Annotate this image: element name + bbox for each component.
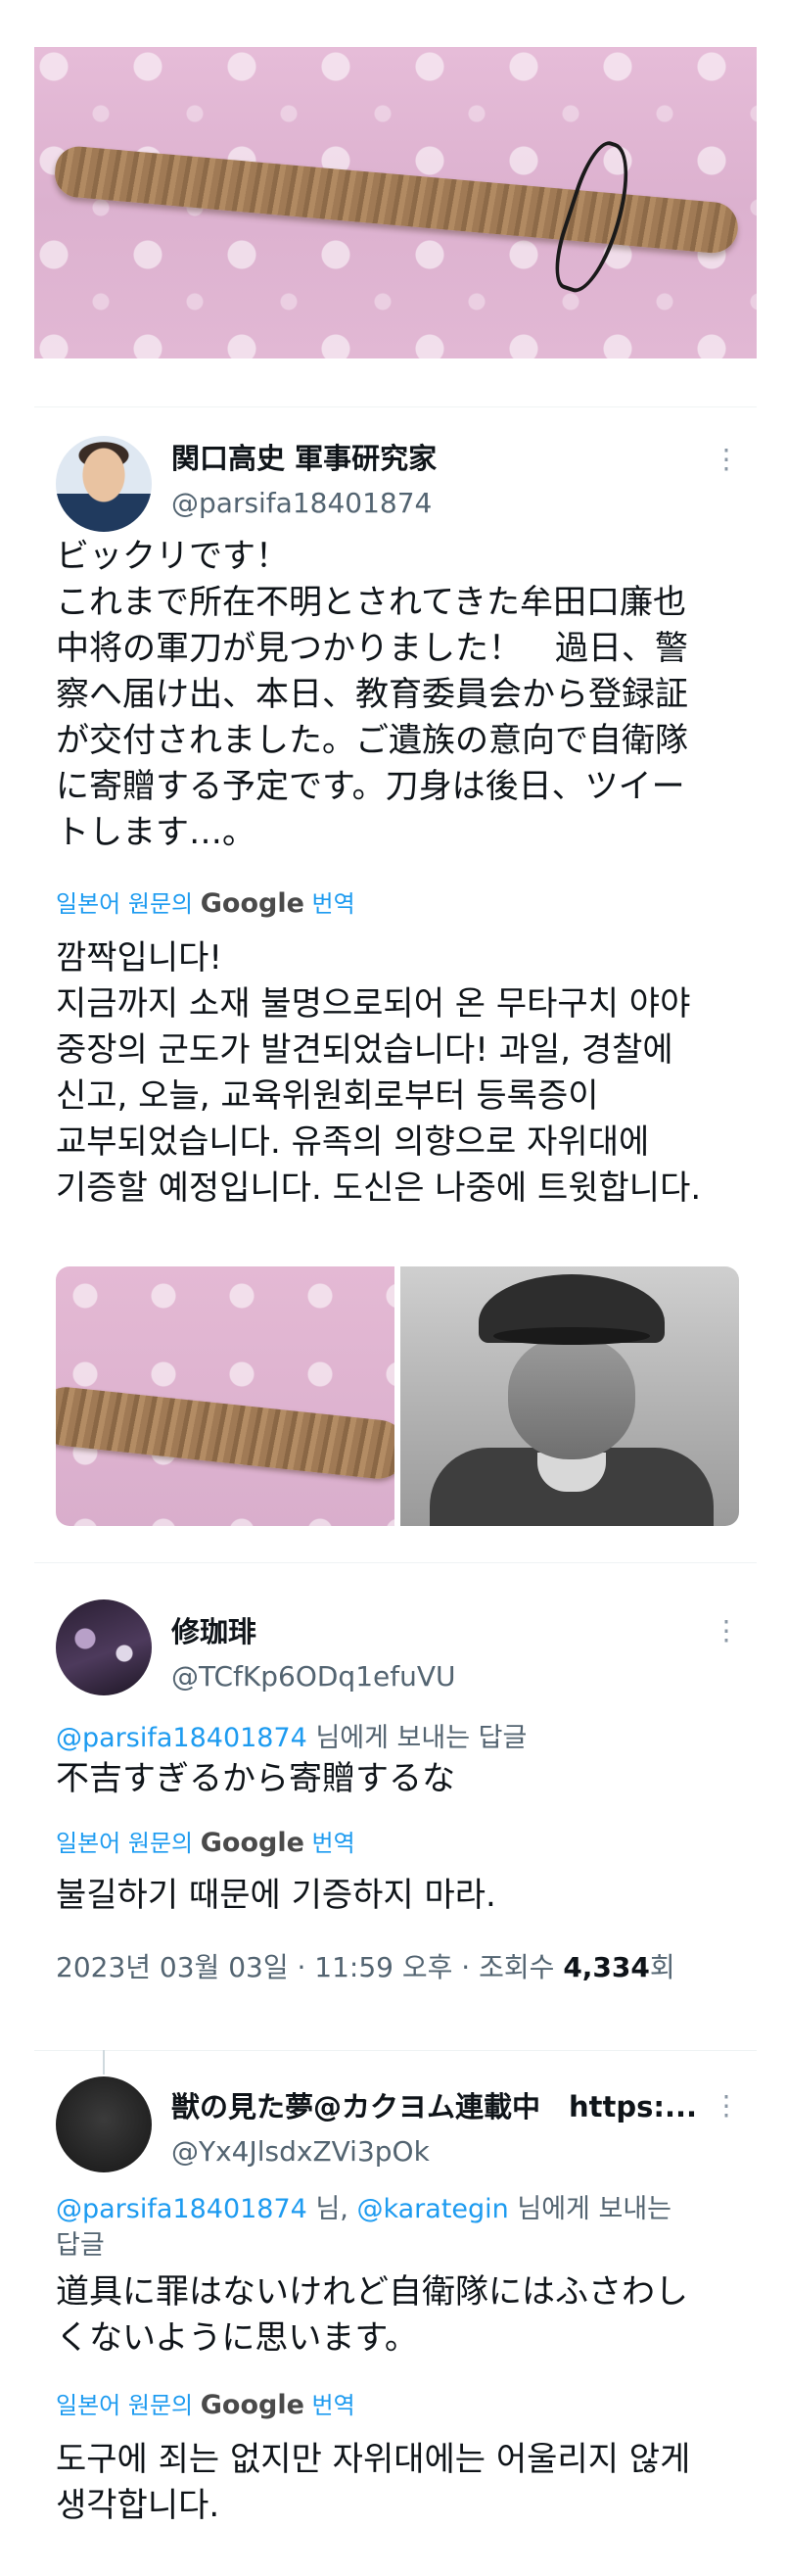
translation-text: 불길하기 때문에 기증하지 마라. (56, 1876, 496, 1915)
translate-prefix: 일본어 원문의 (56, 890, 194, 918)
sword-photo[interactable] (34, 47, 757, 358)
avatar[interactable] (56, 436, 152, 532)
translate-suffix: 번역 (311, 1830, 355, 1857)
google-logo: Google (200, 1828, 304, 1858)
translate-prefix: 일본어 원문의 (56, 2392, 194, 2419)
translate-prefix: 일본어 원문의 (56, 1830, 194, 1857)
divider (34, 2050, 757, 2051)
reply-suffix: 님에게 보내는 (517, 2194, 671, 2224)
translation-line: 생각합니다. (56, 2486, 220, 2525)
tweet-line: くないように思います。 (56, 2318, 418, 2358)
author-handle[interactable]: @parsifa18401874 (171, 487, 432, 519)
view-suffix: 회 (649, 1951, 675, 1983)
mention-link[interactable]: @parsifa18401874 (56, 1723, 307, 1753)
reply-context: @parsifa18401874 님, @karategin 님에게 보내는 답… (56, 2191, 741, 2264)
avatar[interactable] (56, 1599, 152, 1695)
translation-line: 기증할 예정입니다. 도신은 나중에 트윗합니다. (56, 1169, 702, 1208)
portrait-visor (493, 1327, 650, 1345)
view-count: 4,334 (563, 1951, 650, 1983)
author-name[interactable]: 関口高史 軍事研究家 (171, 436, 437, 477)
reply-context: @parsifa18401874 님에게 보내는 답글 (56, 1716, 527, 1754)
reply-suffix: 님에게 보내는 답글 (315, 1723, 528, 1753)
tweet-line: 察へ届け出、本日、教育委員会から登録証 (56, 675, 688, 714)
translate-suffix: 번역 (311, 890, 355, 918)
media-sword-image[interactable] (56, 1266, 394, 1526)
tweet-line: に寄贈する予定です。刀身は後日、ツイー (56, 767, 685, 806)
author-name[interactable]: 修珈琲 (171, 1609, 256, 1650)
author-handle[interactable]: @TCfKp6ODq1efuVU (171, 1660, 456, 1693)
author-handle[interactable]: @Yx4JlsdxZVi3pOk (171, 2135, 430, 2168)
tweet-meta: 2023년 03월 03일 · 11:59 오후 · 조회수 4,334회 (56, 1946, 675, 1985)
thread-line (103, 2050, 105, 2075)
tweet-line: これまで所在不明とされてきた牟田口廉也 (56, 583, 686, 622)
google-logo: Google (200, 888, 304, 919)
google-logo: Google (200, 2390, 304, 2420)
translate-suffix: 번역 (311, 2392, 355, 2419)
mention-link[interactable]: @karategin (356, 2194, 508, 2224)
timestamp[interactable]: 2023년 03월 03일 · 11:59 오후 · 조회수 (56, 1951, 554, 1983)
translation-line: 신고, 오늘, 교육위원회로부터 등록증이 (56, 1076, 599, 1116)
divider (34, 406, 757, 407)
translation-text: 깜짝입니다! 지금까지 소재 불명으로되어 온 무타구치 야야 중장의 군도가 … (56, 935, 701, 1212)
portrait-face (508, 1337, 635, 1459)
more-options-icon[interactable]: ⋮ (713, 2089, 740, 2122)
translation-line: 중장의 군도가 발견되었습니다! 과일, 경찰에 (56, 1030, 673, 1070)
translate-link[interactable]: 일본어 원문의 Google 번역 (56, 884, 355, 919)
more-options-icon[interactable]: ⋮ (713, 443, 740, 475)
divider (34, 1562, 757, 1563)
sword-scabbard (53, 144, 740, 256)
translation-line: 도구에 죄는 없지만 자위대에는 어울리지 않게 (56, 2440, 691, 2479)
translation-line: 지금까지 소재 불명으로되어 온 무타구치 야야 (56, 984, 691, 1024)
translate-link[interactable]: 일본어 원문의 Google 번역 (56, 1824, 355, 1858)
tweet-line: ビックリです！ (56, 537, 289, 576)
author-name[interactable]: 獣の見た夢@カクヨム連載中 https:... (171, 2084, 700, 2125)
tweet-line: トします…。 (56, 813, 255, 852)
translation-line: 교부되었습니다. 유족의 의향으로 자위대에 (56, 1122, 650, 1162)
tweet-line: 中将の軍刀が見つかりました！ 過日、警 (56, 629, 688, 668)
tweet-line: が交付されました。ご遺族の意向で自衛隊 (56, 721, 688, 760)
reply-separator: 님, (315, 2194, 348, 2224)
translation-line: 깜짝입니다! (56, 938, 223, 978)
sword-scabbard (56, 1384, 394, 1482)
avatar[interactable] (56, 2076, 152, 2172)
media-portrait-image[interactable] (400, 1266, 739, 1526)
tweet-text: ビックリです！ これまで所在不明とされてきた牟田口廉也 中将の軍刀が見つかりまし… (56, 534, 688, 856)
tweet-text: 不吉すぎるから寄贈するな (56, 1759, 455, 1798)
translate-link[interactable]: 일본어 원문의 Google 번역 (56, 2386, 355, 2420)
reply-suffix: 답글 (56, 2230, 105, 2261)
translation-text: 도구에 죄는 없지만 자위대에는 어울리지 않게 생각합니다. (56, 2437, 690, 2529)
tweet-line: 道具に罪はないけれど自衛隊にはふさわし (56, 2272, 688, 2312)
tweet-text: 道具に罪はないけれど自衛隊にはふさわし くないように思います。 (56, 2269, 688, 2361)
mention-link[interactable]: @parsifa18401874 (56, 2194, 307, 2224)
more-options-icon[interactable]: ⋮ (713, 1614, 740, 1646)
